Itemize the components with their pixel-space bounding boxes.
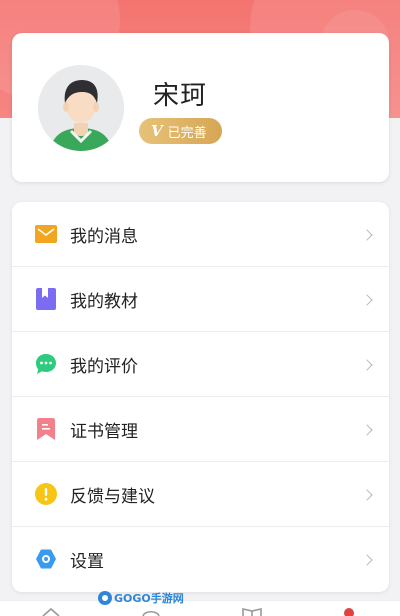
profile-status-badge: V 已完善 <box>139 118 222 144</box>
avatar[interactable] <box>38 65 124 151</box>
menu-item-settings[interactable]: 设置 <box>12 527 389 592</box>
menu-item-certificates[interactable]: 证书管理 <box>12 397 389 462</box>
chevron-right-icon <box>361 228 373 241</box>
chat-icon <box>35 353 57 375</box>
menu-label: 我的消息 <box>70 227 138 247</box>
menu-label: 我的评价 <box>70 357 138 377</box>
menu-item-reviews[interactable]: 我的评价 <box>12 332 389 397</box>
alert-icon <box>35 483 57 505</box>
book-tab-icon[interactable] <box>242 607 262 616</box>
home-tab-icon[interactable] <box>42 607 60 616</box>
menu-item-textbooks[interactable]: 我的教材 <box>12 267 389 332</box>
mail-icon <box>35 223 57 245</box>
watermark: GOGO手游网 <box>98 589 184 606</box>
profile-tab-icon[interactable] <box>342 607 356 616</box>
discover-tab-icon[interactable] <box>142 607 160 616</box>
chevron-right-icon <box>361 423 373 436</box>
badge-text: 已完善 <box>167 125 207 141</box>
bookmark-icon <box>35 418 57 440</box>
chevron-right-icon <box>361 488 373 501</box>
chevron-right-icon <box>361 553 373 566</box>
book-icon <box>35 288 57 310</box>
bottom-tab-bar <box>0 600 400 616</box>
menu-label: 我的教材 <box>70 292 138 312</box>
chevron-right-icon <box>361 358 373 371</box>
menu-label: 反馈与建议 <box>70 487 155 507</box>
profile-card[interactable]: 宋珂 V 已完善 <box>12 33 389 182</box>
v-badge-icon: V <box>151 122 163 140</box>
menu-list: 我的消息 我的教材 我的评价 证书管理 反馈与建议 设置 <box>12 202 389 592</box>
watermark-logo-icon <box>98 590 112 605</box>
user-name: 宋珂 <box>153 81 208 111</box>
chevron-right-icon <box>361 293 373 306</box>
avatar-person-icon <box>38 65 124 151</box>
menu-label: 设置 <box>70 552 104 572</box>
watermark-text: GOGO手游网 <box>114 591 184 605</box>
menu-item-messages[interactable]: 我的消息 <box>12 202 389 267</box>
gear-icon <box>35 548 57 570</box>
menu-label: 证书管理 <box>70 422 138 442</box>
menu-item-feedback[interactable]: 反馈与建议 <box>12 462 389 527</box>
